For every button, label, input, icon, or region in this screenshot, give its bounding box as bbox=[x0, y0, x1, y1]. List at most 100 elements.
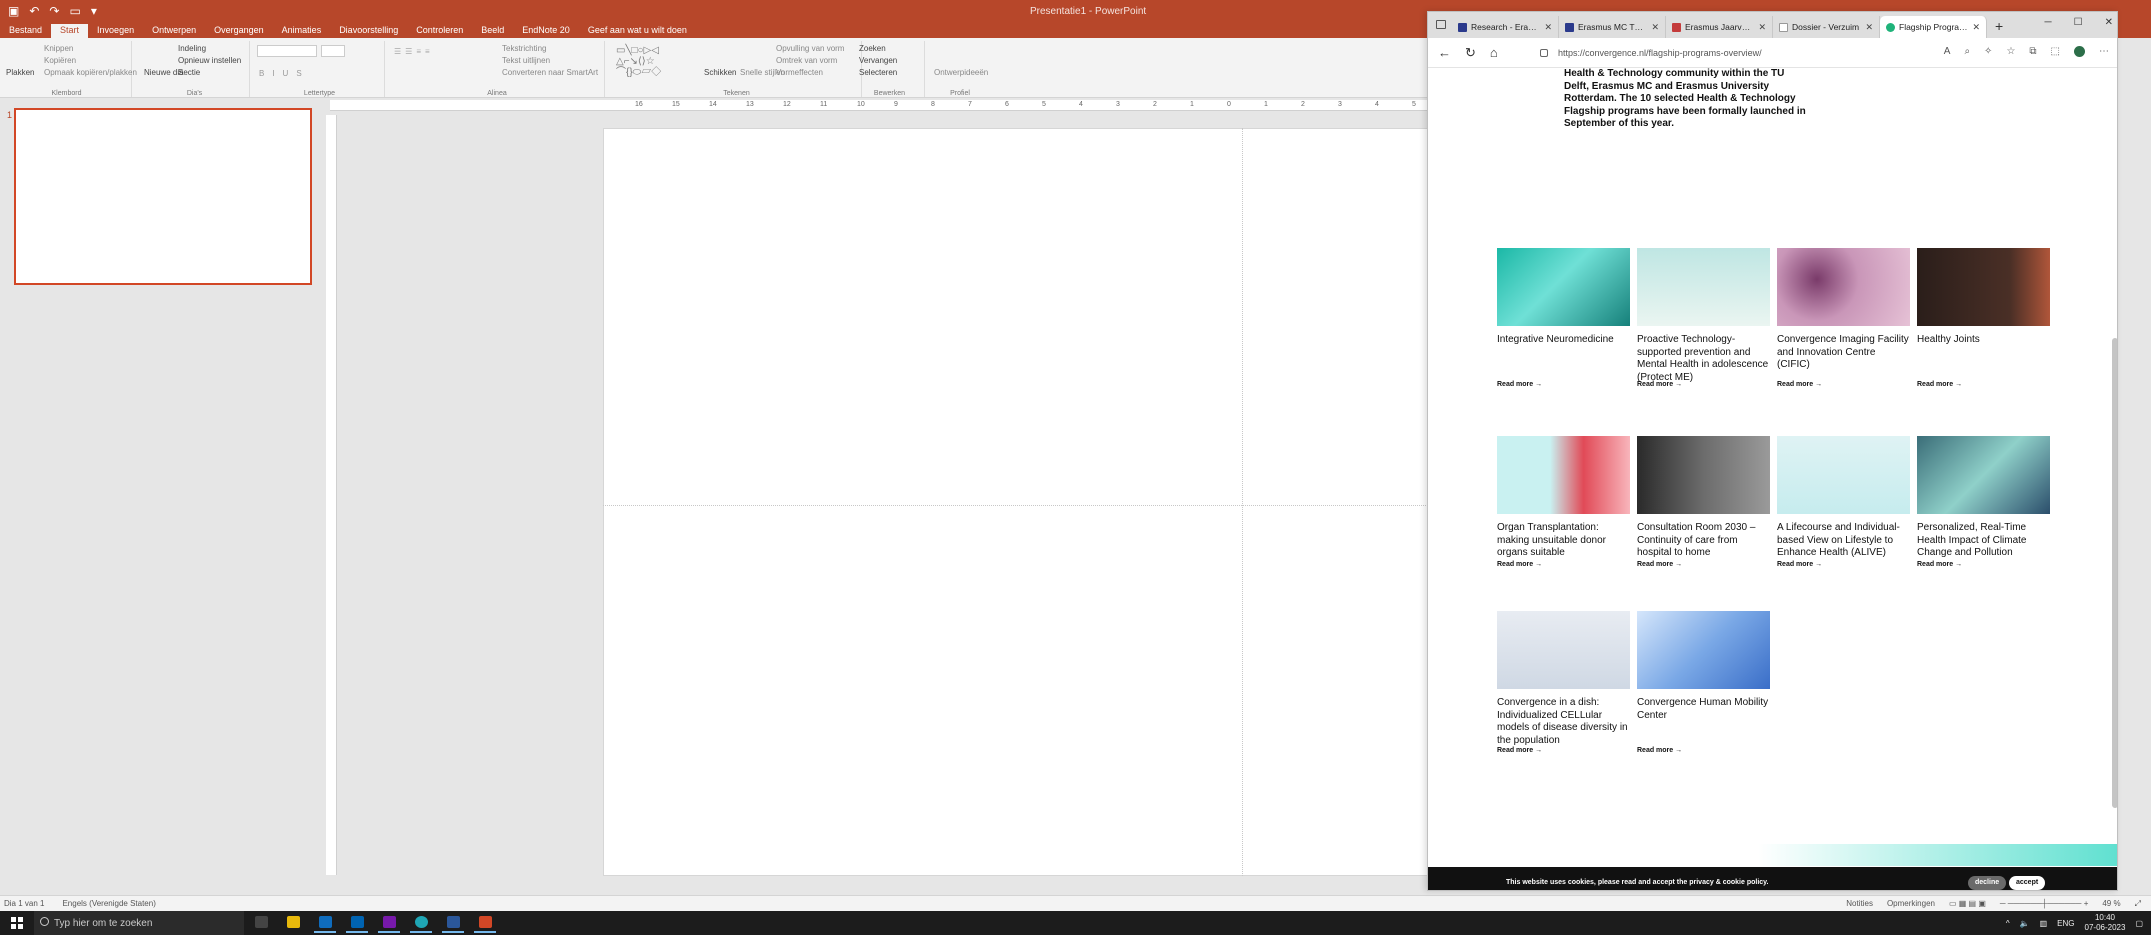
font-name-box[interactable] bbox=[257, 45, 317, 57]
new-tab-icon[interactable]: + bbox=[1987, 16, 2011, 38]
fit-slide-icon[interactable]: ⤢ bbox=[2135, 899, 2141, 909]
read-more-link[interactable]: Read more → bbox=[1497, 381, 1542, 388]
read-more-link[interactable]: Read more → bbox=[1917, 561, 1962, 568]
redo-icon[interactable]: ↷ bbox=[49, 4, 59, 18]
edge-icon[interactable] bbox=[410, 913, 432, 933]
program-image[interactable] bbox=[1497, 248, 1630, 326]
browser-tab[interactable]: Erasmus Jaarverslag ✕ bbox=[1666, 16, 1773, 38]
file-explorer-icon[interactable] bbox=[282, 913, 304, 933]
program-title[interactable]: Organ Transplantation: making unsuitable… bbox=[1497, 522, 1630, 560]
start-button[interactable] bbox=[0, 911, 34, 935]
zoom-slider[interactable]: ─ ──────┼────── + bbox=[2000, 899, 2088, 909]
program-card[interactable]: A Lifecourse and Individual-based View o… bbox=[1777, 436, 1910, 568]
zoom-level[interactable]: 49 % bbox=[2102, 899, 2120, 909]
program-image[interactable] bbox=[1637, 611, 1770, 689]
favorites-icon[interactable]: ☆ bbox=[2006, 46, 2015, 57]
shape-effects-button[interactable]: Vormeffecten bbox=[774, 67, 825, 78]
tab-endnote[interactable]: EndNote 20 bbox=[513, 24, 579, 38]
read-more-link[interactable]: Read more → bbox=[1497, 747, 1542, 754]
list-icons[interactable]: ☰☰≡≡ bbox=[394, 47, 434, 56]
taskbar-search[interactable]: Typ hier om te zoeken bbox=[34, 911, 244, 935]
clock[interactable]: 10:40 07-06-2023 bbox=[2085, 913, 2126, 933]
program-card[interactable]: Convergence Imaging Facility and Innovat… bbox=[1777, 248, 1910, 388]
program-image[interactable] bbox=[1637, 436, 1770, 514]
notes-button[interactable]: Notities bbox=[1846, 899, 1873, 909]
program-card[interactable]: Healthy Joints Read more → bbox=[1917, 248, 2050, 388]
comments-button[interactable]: Opmerkingen bbox=[1887, 899, 1935, 909]
lock-icon[interactable] bbox=[1540, 49, 1548, 57]
font-size-box[interactable] bbox=[321, 45, 345, 57]
notifications-icon[interactable]: ▢ bbox=[2135, 919, 2143, 928]
calculator-icon[interactable] bbox=[346, 913, 368, 933]
program-title[interactable]: Consultation Room 2030 – Continuity of c… bbox=[1637, 522, 1770, 560]
zoom-icon[interactable]: ⌕ bbox=[1964, 46, 1970, 57]
program-title[interactable]: Healthy Joints bbox=[1917, 334, 2050, 347]
design-ideas-button[interactable]: Ontwerpideeën bbox=[932, 67, 990, 78]
scrollbar-thumb[interactable] bbox=[2112, 338, 2117, 808]
close-window-icon[interactable]: ✕ bbox=[2105, 17, 2113, 28]
extensions-icon[interactable]: ✧ bbox=[1984, 46, 1992, 57]
maximize-icon[interactable]: ☐ bbox=[2074, 17, 2083, 28]
read-more-link[interactable]: Read more → bbox=[1497, 561, 1542, 568]
read-more-link[interactable]: Read more → bbox=[1637, 381, 1682, 388]
program-title[interactable]: Integrative Neuromedicine bbox=[1497, 334, 1630, 347]
program-title[interactable]: Proactive Technology-supported preventio… bbox=[1637, 334, 1770, 384]
tab-start[interactable]: Start bbox=[51, 24, 89, 38]
tab-beeld[interactable]: Beeld bbox=[472, 24, 513, 38]
tab-ontwerpen[interactable]: Ontwerpen bbox=[143, 24, 205, 38]
tab-overgangen[interactable]: Overgangen bbox=[205, 24, 273, 38]
program-card[interactable]: Proactive Technology-supported preventio… bbox=[1637, 248, 1770, 388]
browser-tab[interactable]: Dossier - Verzuim ✕ bbox=[1773, 16, 1880, 38]
browser-tab[interactable]: Research - Erasmus ✕ bbox=[1452, 16, 1559, 38]
slide-thumbnail[interactable] bbox=[14, 108, 312, 285]
format-painter-button[interactable]: Opmaak kopiëren/plakken bbox=[42, 67, 139, 78]
program-image[interactable] bbox=[1777, 248, 1910, 326]
back-icon[interactable]: ← bbox=[1438, 45, 1451, 61]
tab-actions-icon[interactable] bbox=[1436, 20, 1446, 29]
browser-tab-active[interactable]: Flagship Programs ✕ bbox=[1880, 16, 1987, 38]
shape-fill-button[interactable]: Opvulling van vorm bbox=[774, 43, 846, 54]
close-tab-icon[interactable]: ✕ bbox=[1972, 22, 1980, 33]
align-text-button[interactable]: Tekst uitlijnen bbox=[500, 55, 552, 66]
cut-button[interactable]: Knippen bbox=[42, 43, 75, 54]
read-aloud-icon[interactable]: A bbox=[1944, 46, 1951, 57]
close-tab-icon[interactable]: ✕ bbox=[1651, 22, 1659, 33]
program-title[interactable]: A Lifecourse and Individual-based View o… bbox=[1777, 522, 1910, 560]
view-buttons[interactable]: ▭ ▦ ▤ ▣ bbox=[1949, 899, 1986, 909]
profile-avatar-icon[interactable] bbox=[2074, 46, 2085, 57]
tray-chevron-icon[interactable]: ^ bbox=[2006, 919, 2010, 928]
section-button[interactable]: Sectie bbox=[176, 67, 202, 78]
network-icon[interactable]: ▥ bbox=[2040, 919, 2048, 928]
find-button[interactable]: Zoeken bbox=[857, 43, 888, 54]
program-card[interactable]: Organ Transplantation: making unsuitable… bbox=[1497, 436, 1630, 568]
tab-animaties[interactable]: Animaties bbox=[273, 24, 331, 38]
program-card[interactable]: Consultation Room 2030 – Continuity of c… bbox=[1637, 436, 1770, 568]
slide-canvas[interactable] bbox=[603, 128, 1430, 876]
close-tab-icon[interactable]: ✕ bbox=[1544, 22, 1552, 33]
word-icon[interactable] bbox=[442, 913, 464, 933]
shape-outline-button[interactable]: Omtrek van vorm bbox=[774, 55, 839, 66]
tab-bestand[interactable]: Bestand bbox=[0, 24, 51, 38]
text-direction-button[interactable]: Tekstrichting bbox=[500, 43, 548, 54]
screenshot-icon[interactable]: ⬚ bbox=[2051, 46, 2060, 57]
shapes-gallery-icon[interactable]: ▭╲□○▷◁ △⌐↘⟨⟩☆ ⌒{}⬭▱◇ bbox=[616, 45, 661, 78]
undo-icon[interactable]: ↶ bbox=[29, 4, 39, 18]
refresh-icon[interactable]: ↻ bbox=[1465, 45, 1476, 61]
arrange-button[interactable]: Schikken bbox=[702, 67, 738, 78]
program-title[interactable]: Convergence Human Mobility Center bbox=[1637, 697, 1770, 722]
convert-smartart-button[interactable]: Converteren naar SmartArt bbox=[500, 67, 600, 78]
browser-tab[interactable]: Erasmus MC TKI-LSH ✕ bbox=[1559, 16, 1666, 38]
read-more-link[interactable]: Read more → bbox=[1917, 381, 1962, 388]
accept-cookies-button[interactable]: accept bbox=[2009, 876, 2046, 890]
more-menu-icon[interactable]: ⋯ bbox=[2099, 46, 2109, 57]
program-card[interactable]: Convergence in a dish: Individualized CE… bbox=[1497, 611, 1630, 754]
language-indicator[interactable]: Engels (Verenigde Staten) bbox=[62, 899, 155, 908]
minimize-icon[interactable]: ─ bbox=[2045, 17, 2052, 28]
language-indicator[interactable]: ENG bbox=[2057, 919, 2074, 928]
program-card[interactable]: Convergence Human Mobility Center Read m… bbox=[1637, 611, 1770, 754]
decline-cookies-button[interactable]: decline bbox=[1968, 876, 2007, 890]
read-more-link[interactable]: Read more → bbox=[1637, 747, 1682, 754]
save-icon[interactable]: ▣ bbox=[8, 4, 19, 18]
read-more-link[interactable]: Read more → bbox=[1637, 561, 1682, 568]
replace-button[interactable]: Vervangen bbox=[857, 55, 899, 66]
